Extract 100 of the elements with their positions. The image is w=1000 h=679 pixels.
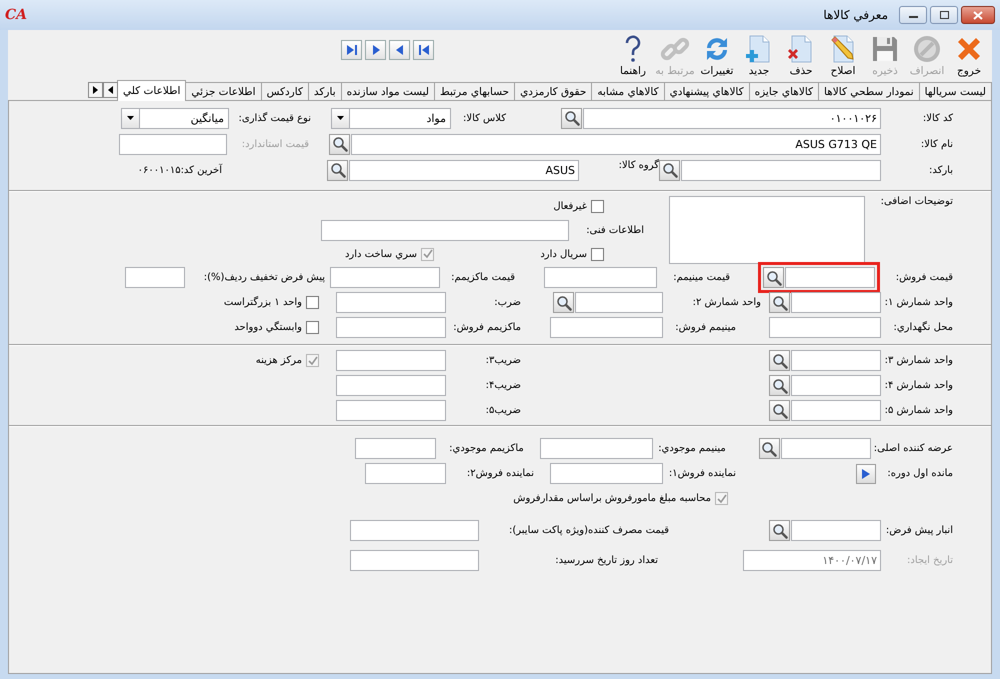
text-field[interactable] — [791, 292, 881, 313]
checkbox-label: محاسبه مبلغ مامورفروش براساس مقدارفروش — [513, 493, 711, 504]
field-label: کد کالا: — [922, 112, 953, 124]
tab[interactable]: كاردكس — [260, 82, 309, 100]
play-button[interactable] — [856, 464, 876, 484]
tab-scroll-button[interactable] — [102, 82, 118, 98]
text-field[interactable] — [575, 292, 663, 313]
field-label: نوع قیمت گذاری: — [238, 112, 312, 124]
search-icon — [766, 270, 782, 286]
tab[interactable]: اطلاعات كلي — [116, 80, 186, 101]
search-icon — [330, 162, 346, 178]
dropdown[interactable]: مواد — [331, 108, 451, 128]
tab[interactable]: لیست سریالها — [918, 82, 992, 100]
toolbar-button[interactable]: جدید — [738, 34, 780, 76]
lookup-button[interactable] — [327, 160, 348, 180]
lookup-button[interactable] — [769, 292, 790, 313]
text-field[interactable] — [550, 317, 663, 338]
text-field[interactable] — [330, 267, 440, 288]
nav-button[interactable] — [413, 40, 434, 60]
field-label: واحد شمارش ۱: — [884, 297, 953, 308]
text-field[interactable] — [780, 438, 871, 459]
text-field[interactable] — [791, 350, 881, 371]
text-field[interactable] — [350, 550, 479, 571]
maximize-button[interactable] — [930, 6, 958, 24]
text-field[interactable] — [769, 317, 881, 338]
text-field[interactable]: ASUS G713 QE — [351, 134, 881, 154]
tab[interactable]: ليست مواد سازنده — [340, 82, 435, 100]
check-icon — [716, 494, 726, 504]
dropdown[interactable]: میانگین — [121, 108, 229, 128]
search-icon — [772, 522, 788, 538]
text-field[interactable]: ۰۱۰۰۱۰۲۶ — [583, 108, 881, 128]
field-label: واحد شمارش ۵: — [884, 405, 953, 416]
field-label: نام کالا: — [920, 138, 953, 150]
lookup-button[interactable] — [769, 400, 790, 421]
tab-scroll-button[interactable] — [88, 82, 103, 98]
toolbar-button[interactable]: راهنما — [612, 34, 654, 76]
field-label: تعداد روز تاریخ سررسید: — [554, 555, 659, 566]
text-field[interactable] — [350, 520, 479, 541]
text-field[interactable] — [336, 317, 446, 338]
minimize-button[interactable] — [899, 6, 927, 24]
text-field[interactable] — [354, 438, 436, 459]
tab[interactable]: اطلاعات جزئي — [185, 82, 262, 100]
text-field[interactable] — [321, 220, 569, 240]
caret-icon — [127, 116, 134, 120]
toolbar-button[interactable]: خروج — [948, 34, 990, 76]
lookup-button[interactable] — [329, 134, 350, 154]
lookup-button[interactable] — [769, 350, 790, 371]
text-field[interactable] — [336, 292, 446, 313]
tab[interactable]: كالاهاي جايزه — [748, 82, 820, 100]
checkbox[interactable] — [591, 200, 604, 212]
text-field[interactable] — [785, 267, 875, 288]
tab[interactable]: كالاهاي پيشنهادي — [664, 82, 750, 100]
text-field[interactable] — [125, 267, 185, 288]
tab[interactable]: كالاهاي مشابه — [591, 82, 665, 100]
text-field[interactable] — [791, 520, 881, 541]
text-field[interactable] — [791, 375, 881, 396]
field-label: ماکزیمم موجودي: — [448, 443, 525, 454]
checkbox[interactable] — [591, 248, 604, 260]
app-logo: CA — [5, 7, 28, 23]
field-label: بارکد: — [928, 164, 953, 176]
nav-button[interactable] — [365, 40, 386, 60]
field-label: گروه کالا: — [618, 160, 659, 170]
text-field[interactable] — [544, 267, 657, 288]
last-record-icon — [344, 43, 358, 57]
text-field[interactable] — [791, 400, 881, 421]
field-label: مانده اول دوره: — [886, 468, 953, 479]
tab[interactable]: حقوق كارمزدي — [514, 82, 592, 100]
lookup-button[interactable] — [769, 520, 790, 541]
text-field[interactable]: ASUS — [349, 160, 579, 180]
toolbar-button[interactable]: تغییرات — [696, 34, 738, 76]
field-label: آخرین کد: — [180, 164, 222, 176]
search-icon — [761, 440, 778, 456]
checkbox-label: وابستگي دوواحد — [234, 322, 302, 333]
lookup-button[interactable] — [769, 375, 790, 396]
tab[interactable]: حسابهاي مرتبط — [434, 82, 516, 100]
lookup-button[interactable] — [763, 267, 784, 288]
close-button[interactable] — [961, 6, 995, 24]
checkbox[interactable] — [306, 296, 319, 309]
text-field[interactable] — [681, 160, 881, 180]
tab[interactable]: نمودار سطحي كالاها — [818, 82, 920, 100]
search-icon — [556, 294, 572, 310]
checkbox[interactable] — [306, 321, 319, 334]
lookup-button[interactable] — [758, 438, 780, 459]
lookup-button[interactable] — [561, 108, 582, 128]
text-field[interactable] — [336, 400, 446, 421]
nav-button[interactable] — [389, 40, 410, 60]
toolbar-button[interactable]: حذف — [780, 34, 822, 76]
caret-icon — [337, 116, 344, 120]
text-field[interactable] — [336, 350, 446, 371]
toolbar-button[interactable]: اصلاح — [822, 34, 864, 76]
no-entry-icon — [912, 34, 942, 64]
nav-button[interactable] — [341, 40, 362, 60]
text-field[interactable] — [550, 463, 663, 484]
text-field[interactable] — [336, 375, 446, 396]
text-field[interactable] — [365, 463, 446, 484]
field-label: کلاس کالا: — [462, 112, 507, 124]
tab[interactable]: باركد — [308, 82, 342, 100]
text-field[interactable] — [540, 438, 653, 459]
lookup-button[interactable] — [659, 160, 680, 180]
lookup-button[interactable] — [553, 292, 574, 313]
